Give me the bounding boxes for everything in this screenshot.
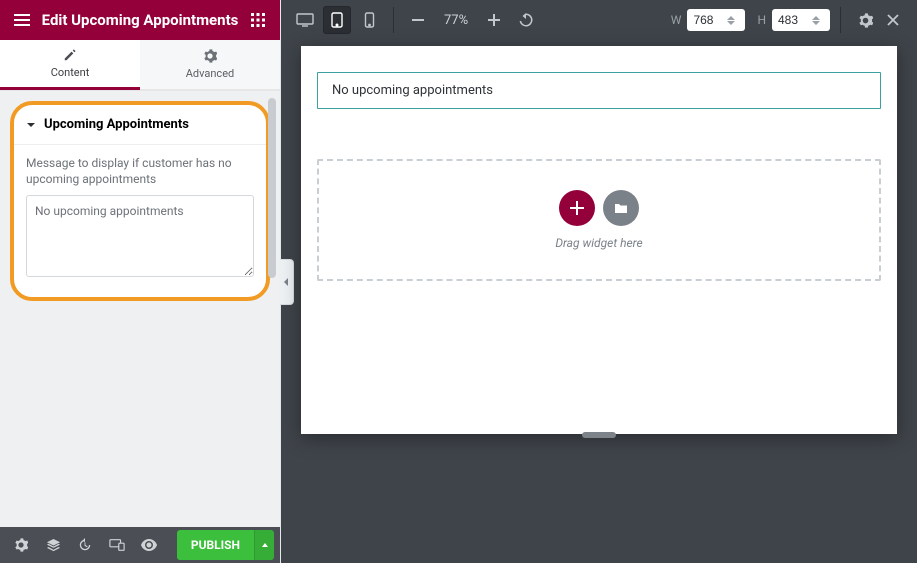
close-preview-button[interactable] xyxy=(879,6,907,34)
widgets-grid-button[interactable] xyxy=(244,6,272,34)
caret-down-icon xyxy=(26,120,36,130)
height-label: H xyxy=(757,13,766,27)
device-desktop-button[interactable] xyxy=(291,6,319,34)
preview-toolbar: 77% W H xyxy=(281,0,917,40)
toolbar-divider xyxy=(840,7,841,33)
dropzone-hint: Drag widget here xyxy=(555,236,642,250)
device-mobile-button[interactable] xyxy=(355,6,383,34)
menu-button[interactable] xyxy=(8,6,36,34)
mobile-icon xyxy=(364,12,375,28)
settings-button[interactable] xyxy=(6,530,36,560)
sidebar-title: Edit Upcoming Appointments xyxy=(36,11,244,29)
height-field: H xyxy=(757,9,830,31)
editor-sidebar: Edit Upcoming Appointments Content Advan… xyxy=(0,0,281,563)
publish-options-button[interactable] xyxy=(254,530,274,560)
zoom-out-button[interactable] xyxy=(404,6,432,34)
section-title: Upcoming Appointments xyxy=(44,117,189,132)
dimension-controls: W H xyxy=(671,9,830,31)
canvas-frame[interactable]: No upcoming appointments Drag widget her… xyxy=(301,46,897,434)
tab-advanced-label: Advanced xyxy=(186,67,234,80)
sidebar-header: Edit Upcoming Appointments xyxy=(0,0,280,40)
zoom-in-button[interactable] xyxy=(480,6,508,34)
caret-up-icon xyxy=(261,541,269,549)
template-library-button[interactable] xyxy=(603,190,639,226)
devices-icon xyxy=(109,538,125,552)
height-stepper[interactable] xyxy=(812,9,826,31)
height-input-box[interactable] xyxy=(772,9,830,31)
tab-content-label: Content xyxy=(51,66,90,79)
pencil-icon xyxy=(63,48,77,62)
width-input-box[interactable] xyxy=(687,9,745,31)
sidebar-footer: PUBLISH xyxy=(0,527,280,563)
device-switcher xyxy=(291,6,383,34)
canvas-resize-handle[interactable] xyxy=(582,432,616,438)
gear-icon xyxy=(14,538,28,552)
plus-icon xyxy=(570,201,584,215)
add-widget-button[interactable] xyxy=(559,190,595,226)
sidebar-tabs: Content Advanced xyxy=(0,40,280,91)
history-button[interactable] xyxy=(70,530,100,560)
highlighted-section: Upcoming Appointments Message to display… xyxy=(10,101,270,301)
sidebar-panel: Upcoming Appointments Message to display… xyxy=(0,91,280,527)
width-label: W xyxy=(671,13,682,27)
layers-icon xyxy=(46,538,61,553)
zoom-value: 77% xyxy=(444,13,468,28)
device-tablet-button[interactable] xyxy=(323,6,351,34)
empty-message-input[interactable] xyxy=(26,195,254,277)
canvas-wrap: No upcoming appointments Drag widget her… xyxy=(281,40,917,563)
sidebar-scrollbar-thumb[interactable] xyxy=(268,98,276,278)
responsive-button[interactable] xyxy=(102,530,132,560)
empty-message-label: Message to display if customer has no up… xyxy=(26,155,254,187)
publish-button[interactable]: PUBLISH xyxy=(177,530,254,560)
canvas-content: No upcoming appointments Drag widget her… xyxy=(301,46,897,297)
tab-content[interactable]: Content xyxy=(0,40,140,90)
widget-dropzone[interactable]: Drag widget here xyxy=(317,159,881,281)
toolbar-divider xyxy=(393,7,394,33)
zoom-reset-button[interactable] xyxy=(512,6,540,34)
gear-icon xyxy=(203,49,217,63)
dropzone-actions xyxy=(559,190,639,226)
zoom-controls: 77% xyxy=(404,6,540,34)
tab-advanced[interactable]: Advanced xyxy=(140,40,280,90)
height-input[interactable] xyxy=(778,13,812,27)
section-body: Message to display if customer has no up… xyxy=(14,145,266,297)
width-stepper[interactable] xyxy=(727,9,741,31)
section-toggle-upcoming[interactable]: Upcoming Appointments xyxy=(14,105,266,145)
eye-icon xyxy=(141,539,157,551)
navigator-button[interactable] xyxy=(38,530,68,560)
upcoming-appointments-widget[interactable]: No upcoming appointments xyxy=(317,72,881,109)
publish-group: PUBLISH xyxy=(177,530,274,560)
plus-icon xyxy=(488,14,500,26)
desktop-icon xyxy=(296,13,314,27)
width-input[interactable] xyxy=(693,13,727,27)
gear-icon xyxy=(858,13,873,28)
history-icon xyxy=(78,538,92,552)
minus-icon xyxy=(412,14,424,26)
widget-empty-text: No upcoming appointments xyxy=(332,83,493,98)
tablet-icon xyxy=(330,12,344,28)
undo-icon xyxy=(519,13,533,27)
close-icon xyxy=(886,13,900,27)
grid-icon xyxy=(251,13,265,27)
folder-icon xyxy=(614,202,628,214)
preview-button[interactable] xyxy=(134,530,164,560)
preview-settings-button[interactable] xyxy=(851,6,879,34)
width-field: W xyxy=(671,9,746,31)
preview-area: 77% W H xyxy=(281,0,917,563)
hamburger-icon xyxy=(14,12,30,28)
